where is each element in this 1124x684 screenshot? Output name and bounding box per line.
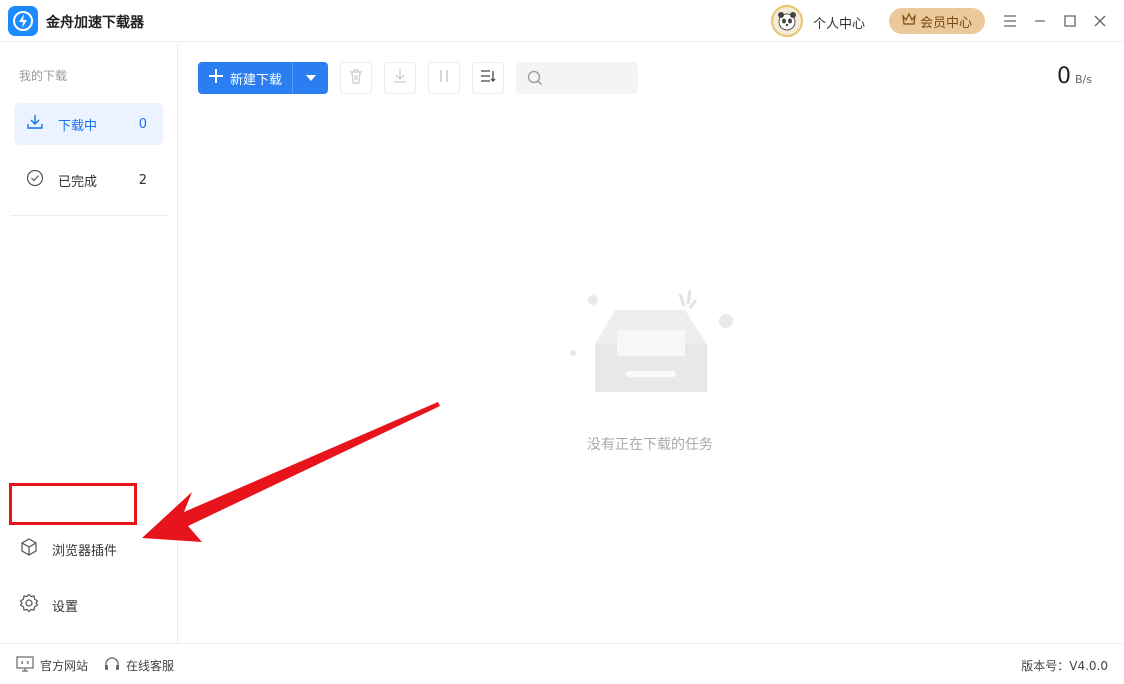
download-arrow-icon xyxy=(392,68,408,88)
close-icon[interactable] xyxy=(1089,10,1111,32)
empty-message: 没有正在下载的任务 xyxy=(587,437,713,453)
cube-icon xyxy=(19,537,39,561)
sidebar-item-label: 下载中 xyxy=(58,118,98,134)
empty-box-icon xyxy=(560,282,740,402)
caret-down-icon xyxy=(305,71,317,86)
personal-center-link[interactable]: 个人中心 xyxy=(813,13,865,32)
pause-icon xyxy=(436,68,452,88)
annotation-arrow xyxy=(142,402,440,542)
official-website-link[interactable]: 官方网站 xyxy=(16,656,88,675)
menu-icon[interactable] xyxy=(999,10,1021,32)
title-bar: 金舟加速下载器 个人中心 会员中心 xyxy=(0,0,1124,42)
speed-value: 0 xyxy=(1057,64,1072,89)
avatar[interactable] xyxy=(771,5,803,37)
speed-indicator: 0 B/s xyxy=(1057,64,1092,89)
sidebar-divider xyxy=(10,215,168,216)
sidebar-item-downloading[interactable]: 下载中 0 xyxy=(14,103,163,145)
sidebar: 我的下载 下载中 0 已完成 2 浏览器插件 设置 xyxy=(0,43,178,643)
delete-button[interactable] xyxy=(340,62,372,94)
new-download-label: 新建下载 xyxy=(230,72,283,88)
start-download-button[interactable] xyxy=(384,62,416,94)
crown-icon xyxy=(902,12,916,29)
vip-center-label: 会员中心 xyxy=(919,15,972,31)
annotation-highlight-box xyxy=(9,483,137,525)
sidebar-item-count: 0 xyxy=(138,116,147,132)
sidebar-item-count: 2 xyxy=(138,172,147,188)
online-support-label: 在线客服 xyxy=(126,659,175,673)
speed-unit: B/s xyxy=(1075,73,1092,86)
sidebar-item-completed[interactable]: 已完成 2 xyxy=(14,159,163,201)
monitor-icon xyxy=(16,656,34,675)
app-title: 金舟加速下载器 xyxy=(46,15,144,31)
lightning-logo-icon xyxy=(8,6,38,36)
search-input[interactable] xyxy=(516,62,638,94)
settings-label: 设置 xyxy=(52,599,79,615)
footer: 官方网站 在线客服 版本号：V4.0.0 xyxy=(0,643,1124,684)
pause-button[interactable] xyxy=(428,62,460,94)
browser-plugin-button[interactable]: 浏览器插件 xyxy=(19,537,117,561)
maximize-icon[interactable] xyxy=(1059,10,1081,32)
download-icon xyxy=(26,113,44,135)
trash-icon xyxy=(348,68,364,88)
sidebar-section-title: 我的下载 xyxy=(19,69,68,83)
online-support-link[interactable]: 在线客服 xyxy=(104,656,174,675)
gear-icon xyxy=(19,593,39,617)
plus-icon xyxy=(208,68,224,88)
sort-button[interactable] xyxy=(472,62,504,94)
settings-button[interactable]: 设置 xyxy=(19,593,78,617)
new-download-dropdown[interactable] xyxy=(293,62,328,94)
new-download-main[interactable]: 新建下载 xyxy=(198,62,293,94)
vip-center-button[interactable]: 会员中心 xyxy=(889,8,985,34)
sort-icon xyxy=(480,68,496,88)
new-download-button[interactable]: 新建下载 xyxy=(198,62,328,94)
check-circle-icon xyxy=(26,169,44,191)
sidebar-item-label: 已完成 xyxy=(58,174,98,190)
minimize-icon[interactable] xyxy=(1029,10,1051,32)
official-website-label: 官方网站 xyxy=(40,659,89,673)
version-label: 版本号：V4.0.0 xyxy=(1021,659,1108,673)
browser-plugin-label: 浏览器插件 xyxy=(52,543,118,559)
headset-icon xyxy=(104,656,120,675)
